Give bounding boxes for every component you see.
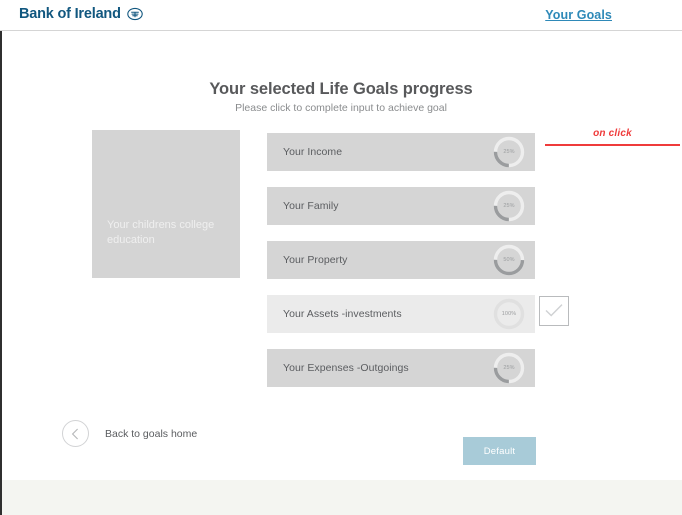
- goal-row-family[interactable]: Your Family 25%: [267, 187, 535, 225]
- progress-dial-icon: 50%: [491, 242, 527, 278]
- goals-progress-page: Bank of Ireland Your Goals Your selected…: [0, 0, 682, 515]
- page-title: Your selected Life Goals progress: [209, 80, 473, 98]
- progress-dial-value: 25%: [503, 365, 515, 371]
- progress-dial-icon: 25%: [491, 188, 527, 224]
- nav-link-your-goals[interactable]: Your Goals: [545, 8, 612, 22]
- goal-row-income[interactable]: Your Income 25%: [267, 133, 535, 171]
- brand-name: Bank of Ireland: [19, 6, 121, 22]
- goal-row-label: Your Property: [283, 254, 348, 266]
- on-click-annotation: on click: [545, 128, 680, 146]
- back-to-goals-home-label: Back to goals home: [105, 427, 198, 440]
- page-subtitle: Please click to complete input to achiev…: [235, 102, 447, 114]
- goal-row-label: Your Assets -investments: [283, 308, 402, 320]
- goal-row-label: Your Expenses -Outgoings: [283, 362, 409, 374]
- selected-goal-label: Your childrens college education: [107, 219, 215, 246]
- progress-dial-icon: 25%: [491, 134, 527, 170]
- progress-dial-value: 25%: [503, 149, 515, 155]
- progress-dial-icon: 100%: [491, 296, 527, 332]
- progress-dial-icon: 25%: [491, 350, 527, 386]
- brand-logo[interactable]: Bank of Ireland: [19, 6, 143, 22]
- footer-strip: [2, 480, 682, 515]
- progress-dial-value: 100%: [501, 311, 517, 317]
- goal-row-assets-investments[interactable]: Your Assets -investments 100%: [267, 295, 569, 333]
- goal-row-expenses-outgoings[interactable]: Your Expenses -Outgoings 25%: [267, 349, 535, 387]
- goal-row-property[interactable]: Your Property 50%: [267, 241, 535, 279]
- goal-row-label: Your Family: [283, 200, 339, 212]
- default-button[interactable]: Default: [463, 437, 536, 465]
- progress-dial-value: 50%: [503, 257, 515, 263]
- annotation-label: on click: [593, 128, 632, 139]
- goal-complete-checkbox[interactable]: [539, 296, 569, 326]
- selected-goal-panel[interactable]: Your childrens college education: [92, 130, 240, 278]
- chevron-left-icon[interactable]: [62, 420, 89, 447]
- goal-row-label: Your Income: [283, 146, 343, 158]
- app-header: Bank of Ireland Your Goals: [0, 0, 682, 31]
- progress-dial-value: 25%: [503, 203, 515, 209]
- bank-of-ireland-emblem-icon: [127, 6, 143, 22]
- checkmark-icon: [545, 304, 563, 317]
- goal-rows-list: Your Income 25% Your Family 25% Your Pro…: [267, 133, 569, 403]
- back-to-goals-home[interactable]: Back to goals home: [62, 420, 197, 447]
- annotation-underline: [545, 144, 680, 146]
